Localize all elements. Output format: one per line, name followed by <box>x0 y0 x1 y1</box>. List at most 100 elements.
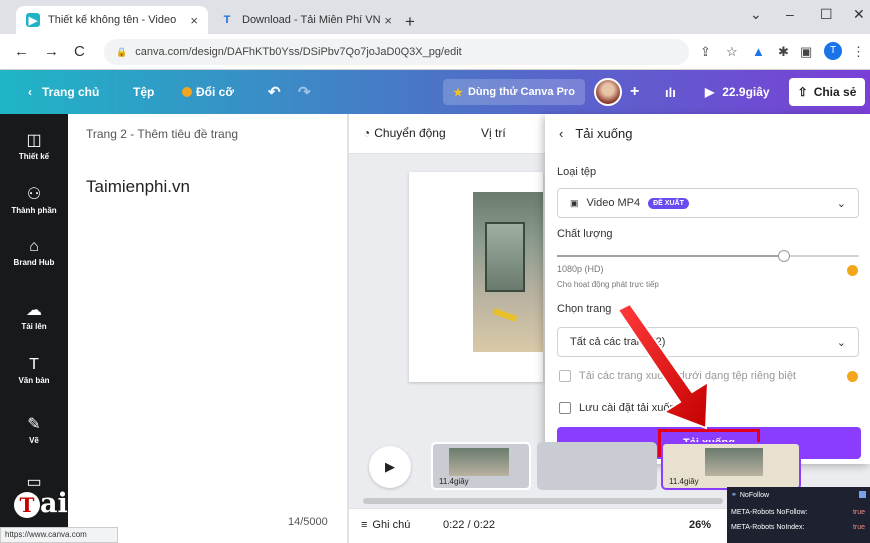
timeline-clip-1[interactable]: 11.4giây <box>431 442 531 490</box>
notes-text[interactable]: Taimienphi.vn <box>86 177 190 197</box>
back-arrow-icon[interactable]: ← <box>14 43 29 60</box>
sidebar-item-label: Thành phần <box>11 206 57 215</box>
resize-button[interactable]: Đổi cỡ <box>182 70 234 114</box>
sidebar-item-elements[interactable]: ⚇ Thành phần <box>0 184 68 215</box>
tab-close-icon[interactable]: × <box>190 13 198 28</box>
arrow-shape <box>616 302 710 430</box>
add-collaborator-icon[interactable]: + <box>630 70 639 114</box>
play-icon: ▶ <box>385 459 395 474</box>
file-type-label: Loại tệp <box>557 166 597 178</box>
watermark-suffix: .vn <box>182 514 204 529</box>
sidebar-item-design[interactable]: ◫ Thiết kế <box>0 130 68 161</box>
watermark-logo-icon: T <box>14 491 40 518</box>
char-count: 14/5000 <box>288 516 328 528</box>
seo-title: NoFollow <box>739 491 770 499</box>
browser-menu-icon[interactable]: ⋮ <box>852 44 865 60</box>
url-text: canva.com/design/DAFhKTb0Yss/DSiPbv7Qo7j… <box>135 46 462 58</box>
sidebar-item-label: Thiết kế <box>18 152 50 161</box>
profile-avatar[interactable]: T <box>824 42 842 60</box>
undo-icon[interactable]: ↶ <box>268 70 281 114</box>
analytics-icon[interactable]: ılı <box>665 70 676 114</box>
lock-icon: 🔒 <box>116 46 128 57</box>
download-panel-title: Tải xuống <box>575 126 633 141</box>
try-canva-pro-button[interactable]: ★ Dùng thử Canva Pro <box>443 79 585 105</box>
seo-value: true <box>852 509 865 516</box>
play-preview-button[interactable]: ▶ 22.9giây <box>705 70 770 114</box>
forward-arrow-icon[interactable]: → <box>44 43 59 60</box>
quality-slider-track[interactable] <box>557 250 859 262</box>
clip-duration: 11.4giây <box>669 477 699 486</box>
time-counter: 0:22 / 0:22 <box>443 519 495 531</box>
tab-close-icon[interactable]: × <box>384 13 392 28</box>
animate-button[interactable]: ◔ Chuyển động <box>363 126 446 140</box>
sidebar-item-label: Vẽ <box>29 436 39 445</box>
share-page-icon[interactable]: ⇪ <box>700 44 711 60</box>
sidebar-item-uploads[interactable]: ☁ Tải lên <box>0 300 68 331</box>
share-button[interactable]: ⇧ Chia sẻ <box>789 78 865 106</box>
maximize-button[interactable]: ☐ <box>820 6 833 23</box>
new-tab-button[interactable]: + <box>405 12 415 32</box>
canva-favicon-icon: ▶ <box>26 13 40 27</box>
notes-icon: ≡ <box>361 519 368 531</box>
file-menu-button[interactable]: Tệp <box>133 70 154 114</box>
video-file-icon: ▣ <box>570 197 579 208</box>
drive-extension-icon[interactable]: ▲ <box>752 44 765 59</box>
browser-tab-canva[interactable]: ▶ Thiết kế không tên - Video × <box>16 6 208 34</box>
seo-toggle-icon[interactable] <box>859 491 866 498</box>
layout-icon: ◫ <box>26 132 42 149</box>
canva-header: ‹ Trang chủ Tệp Đổi cỡ ↶ ↷ ★ Dùng thử Ca… <box>0 70 870 114</box>
status-bar-url: https://www.canva.com <box>0 527 118 543</box>
editor-toolbar: ◔ Chuyển động Vị trí <box>349 114 549 154</box>
home-label: Trang chủ <box>42 85 100 99</box>
play-button[interactable]: ▶ <box>369 446 411 488</box>
notes-label: Ghi chú <box>372 519 411 531</box>
seo-row: META-Robots NoFollow: true <box>731 509 865 516</box>
sidebar-item-label: Văn bản <box>18 376 50 385</box>
taimienphi-watermark: Taimienphi .vn <box>14 488 204 529</box>
red-arrow-annotation <box>616 302 710 430</box>
bookmark-star-icon[interactable]: ☆ <box>726 44 738 60</box>
close-window-button[interactable]: ✕ <box>853 6 865 23</box>
timeline-scrollbar[interactable] <box>363 498 723 504</box>
redo-icon[interactable]: ↷ <box>298 70 311 114</box>
file-type-select[interactable]: ▣ Video MP4 ĐỀ XUẤT ⌄ <box>557 188 859 218</box>
text-icon: T <box>29 356 39 373</box>
extensions-puzzle-icon[interactable]: ✱ <box>778 44 789 60</box>
sidebar-item-text[interactable]: T Văn bản <box>0 356 68 385</box>
save-settings-checkbox[interactable] <box>559 402 571 414</box>
tab-search-icon[interactable]: ⌄ <box>750 6 762 23</box>
chevron-down-icon: ⌄ <box>836 336 846 349</box>
zoom-level[interactable]: 26% <box>689 519 711 531</box>
seo-extension-overlay: ⚭ NoFollow META-Robots NoFollow: true ME… <box>727 487 870 543</box>
watermark-text: aimienphi <box>40 488 193 519</box>
upload-icon: ☁ <box>26 302 42 319</box>
seo-key: META-Robots NoIndex: <box>731 524 805 531</box>
timeline-clip-gap[interactable] <box>537 442 657 490</box>
quality-slider-thumb[interactable] <box>777 250 790 262</box>
reload-icon[interactable]: C <box>74 43 85 60</box>
try-pro-label: Dùng thử Canva Pro <box>467 86 575 98</box>
timeline-clip-2[interactable]: 11.4giây <box>661 442 801 490</box>
sidebar-item-brand-hub[interactable]: ⌂ Brand Hub <box>0 238 68 267</box>
position-button[interactable]: Vị trí <box>481 126 506 140</box>
train-photo[interactable] <box>473 192 543 352</box>
share-label: Chia sẻ <box>813 85 857 99</box>
notes-button[interactable]: ≡ Ghi chú <box>361 519 410 531</box>
side-panel-icon[interactable]: ▣ <box>800 44 812 60</box>
chevron-left-icon: ‹ <box>559 126 564 141</box>
home-button[interactable]: ‹ Trang chủ <box>28 70 99 114</box>
address-bar[interactable]: 🔒 canva.com/design/DAFhKTb0Yss/DSiPbv7Qo… <box>104 39 689 65</box>
quality-hint: Cho hoạt động phát trực tiếp <box>557 280 659 289</box>
sidebar-item-label: Brand Hub <box>13 258 55 267</box>
recommended-badge: ĐỀ XUẤT <box>648 197 689 209</box>
resize-label: Đổi cỡ <box>196 85 234 99</box>
page-title: Trang 2 - Thêm tiêu đề trang <box>86 127 239 141</box>
browser-tab-taimienphi[interactable]: T Download - Tải Miễn Phí VN - Pi × <box>210 6 402 34</box>
share-icon: ⇧ <box>797 85 808 99</box>
minimize-button[interactable]: – <box>786 6 794 22</box>
separate-files-checkbox[interactable] <box>559 370 571 382</box>
sidebar-item-draw[interactable]: ✎ Vẽ <box>0 414 68 445</box>
tab-title: Thiết kế không tên - Video <box>48 14 177 26</box>
user-avatar[interactable] <box>594 70 622 114</box>
download-panel-header[interactable]: ‹ Tải xuống <box>559 126 632 141</box>
